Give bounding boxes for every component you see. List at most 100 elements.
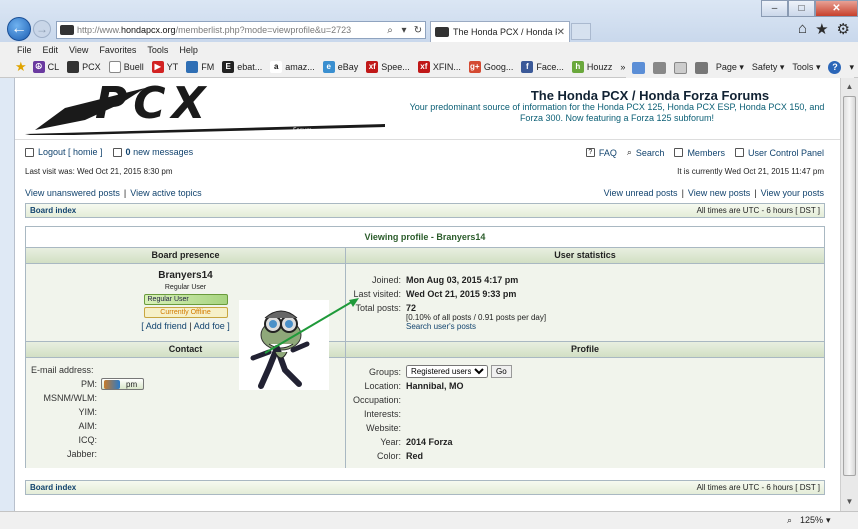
members-link[interactable]: Members [687,148,725,158]
groups-go-button[interactable]: Go [491,365,512,378]
site-title: The Honda PCX / Honda Forza Forums [530,88,770,103]
fav-google[interactable]: g+ Goog... [468,61,513,73]
fav-amazon[interactable]: a amaz... [270,61,315,73]
minimize-button[interactable]: – [761,0,788,17]
view-unanswered-link[interactable]: View unanswered posts [25,188,120,198]
groups-select[interactable]: Registered users [406,365,488,378]
mail-icon[interactable] [673,61,687,74]
svg-text:Forum: Forum [293,127,312,134]
facebook-icon: f [521,61,534,73]
view-your-posts-link[interactable]: View your posts [761,188,824,198]
board-presence-header: Board presence [26,247,345,264]
browser-tab[interactable]: The Honda PCX / Honda Fo... ✕ [430,21,570,42]
new-messages-link[interactable]: 0 new messages [126,147,194,157]
jabber-label: Jabber: [66,449,97,459]
back-button[interactable]: ← [7,17,31,41]
logout-icon [25,147,34,157]
fav-fm[interactable]: FM [186,61,214,73]
more-favorites-icon[interactable]: » [620,62,625,72]
view-active-link[interactable]: View active topics [130,188,201,198]
link-separator: | [123,188,127,198]
home-icon[interactable]: ⌂ [798,20,807,38]
zoom-dropdown-icon[interactable]: ▾ [826,515,831,526]
user-control-panel-link[interactable]: User Control Panel [748,148,824,158]
new-tab-button[interactable] [571,23,591,40]
help-icon[interactable]: ? [828,61,842,74]
tools-menu[interactable]: Tools ▾ [792,62,820,73]
scroll-up-arrow-icon[interactable]: ▲ [843,80,856,94]
fav-speed[interactable]: xf Spee... [366,61,410,73]
website-label: Website: [366,423,401,433]
pcx-forum-logo[interactable]: PCX Forum [25,80,395,135]
window-controls: – □ ✕ [761,0,858,17]
xf-icon: xf [366,61,379,73]
svg-text:PCX: PCX [95,80,211,129]
fav-cl[interactable]: ☮ CL [32,61,59,73]
interests-label: Interests: [363,409,401,419]
address-url[interactable]: http://www.hondapcx.org/memberlist.php?m… [77,25,383,35]
fav-facebook[interactable]: f Face... [521,61,564,73]
zoom-level[interactable]: 125% [800,515,823,525]
zoom-icon[interactable]: ⌕ [787,515,792,526]
fav-xfinity[interactable]: xf XFIN... [417,61,461,73]
menu-help[interactable]: Help [179,45,198,55]
menu-tools[interactable]: Tools [147,45,168,55]
search-icon[interactable]: ⌕ [383,25,397,36]
site-favicon-icon [60,25,74,35]
link-separator: | [189,321,192,331]
tab-close-icon[interactable]: ✕ [557,27,565,38]
board-index-link[interactable]: Board index [30,206,76,215]
add-foe-link[interactable]: Add foe ] [194,321,230,331]
fav-ebat[interactable]: Eebat... [222,61,262,73]
view-unread-link[interactable]: View unread posts [604,188,678,198]
address-bar[interactable]: http://www.hondapcx.org/memberlist.php?m… [56,21,426,39]
print-icon[interactable] [694,61,708,74]
year-label: Year: [380,437,401,447]
total-posts-value: 72 [406,303,417,313]
profile-header: Profile [345,341,824,358]
search-link[interactable]: Search [636,148,665,158]
faq-icon: ? [585,148,595,157]
faq-link[interactable]: FAQ [599,148,617,158]
search-user-posts-link[interactable]: Search user's posts [406,322,476,331]
refresh-icon[interactable]: ↻ [411,25,425,36]
close-window-button[interactable]: ✕ [815,0,858,17]
favorites-star-icon[interactable]: ★ [815,20,828,38]
forward-button[interactable]: → [33,20,51,38]
menu-view[interactable]: View [69,45,88,55]
page-menu[interactable]: Page ▾ [716,62,744,73]
menu-favorites[interactable]: Favorites [99,45,136,55]
pm-button[interactable]: pm [101,378,145,390]
dropdown-icon[interactable]: ▾ [397,25,411,36]
color-value: Red [406,451,424,461]
board-index-link[interactable]: Board index [30,483,76,492]
favorites-star-icon[interactable]: ★ [15,59,27,75]
houzz-icon: h [571,61,584,73]
view-new-link[interactable]: View new posts [688,188,750,198]
year-value: 2014 Forza [406,437,453,447]
fav-yt[interactable]: ▶ YT [151,61,178,73]
email-label: E-mail address: [31,365,94,375]
ebay-icon: e [322,61,335,73]
fav-pcx[interactable]: PCX [67,61,101,73]
scroll-down-arrow-icon[interactable]: ▼ [843,495,856,509]
home-icon[interactable] [631,61,645,74]
safety-menu[interactable]: Safety ▾ [752,62,785,73]
fav-houzz[interactable]: h Houzz [571,61,612,73]
profile-body: Groups: Registered users Go Location: Han… [346,358,824,468]
last-visit-text: Last visit was: Wed Oct 21, 2015 8:30 pm [25,167,173,176]
fav-ebay[interactable]: e eBay [322,61,358,73]
menu-edit[interactable]: Edit [43,45,59,55]
fav-buell[interactable]: Buell [108,61,144,73]
bottom-breadcrumb-bar: Board index All times are UTC - 6 hours … [25,480,825,495]
scrollbar-thumb[interactable] [843,96,856,476]
rss-feed-icon[interactable] [652,61,666,74]
maximize-button[interactable]: □ [788,0,815,17]
settings-gear-icon[interactable]: ⚙ [837,20,850,38]
add-friend-link[interactable]: [ Add friend [141,321,187,331]
menu-file[interactable]: File [17,45,32,55]
logout-link[interactable]: Logout [ homie ] [38,147,103,157]
status-bar: ⌕ 125% ▾ [0,511,858,529]
vertical-scrollbar[interactable]: ▲ ▼ [840,78,858,511]
help-dropdown-icon[interactable]: ▾ [849,62,854,73]
